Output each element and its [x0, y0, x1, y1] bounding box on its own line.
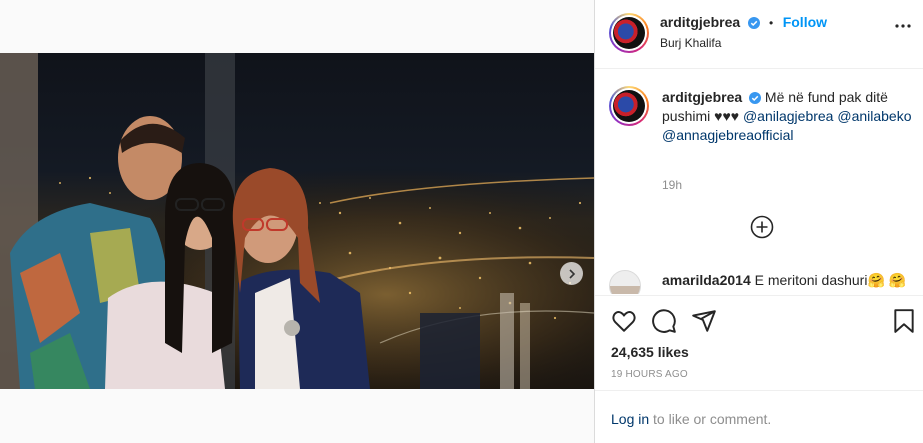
commenter-username[interactable]: amarilda2014 — [662, 272, 751, 288]
login-prompt: Log in to like or comment. — [595, 390, 923, 443]
mention-link[interactable]: @annagjebreaofficial — [662, 126, 912, 145]
location-link[interactable]: Burj Khalifa — [660, 36, 721, 50]
chevron-right-icon — [568, 268, 575, 279]
post-header: arditgjebrea • Follow Burj Khalifa — [595, 0, 923, 69]
mention-link[interactable]: @anilagjebrea — [743, 108, 834, 124]
add-comment-icon[interactable] — [750, 215, 774, 239]
comment-icon[interactable] — [651, 308, 677, 334]
header-title-row: arditgjebrea • Follow — [660, 14, 827, 32]
post-timestamp[interactable]: 19 HOURS AGO — [611, 369, 688, 380]
post-photo[interactable] — [0, 53, 594, 389]
caption-username[interactable]: arditgjebrea — [662, 89, 742, 105]
bookmark-icon[interactable] — [891, 308, 917, 334]
more-options-icon[interactable] — [895, 24, 911, 28]
post-sidebar: arditgjebrea • Follow Burj Khalifa ardit… — [594, 0, 923, 443]
login-prompt-text: to like or comment. — [649, 411, 772, 427]
caption-body: arditgjebrea Më në fund pak ditë pushimi… — [662, 88, 912, 145]
verified-icon — [747, 17, 760, 29]
comment-body: amarilda2014 E meritoni dashuri🤗 🤗 — [662, 272, 906, 289]
login-link[interactable]: Log in — [611, 411, 649, 427]
likes-count[interactable]: 24,635 likes — [611, 344, 689, 360]
comment-item: amarilda2014 E meritoni dashuri🤗 🤗 — [609, 270, 919, 294]
caption-avatar[interactable] — [609, 86, 649, 126]
caption-timestamp[interactable]: 19h — [662, 178, 682, 192]
comment-text: E meritoni dashuri🤗 🤗 — [754, 272, 907, 288]
author-avatar[interactable] — [609, 13, 649, 53]
author-username[interactable]: arditgjebrea — [660, 14, 740, 30]
next-slide-button[interactable] — [560, 262, 583, 285]
verified-icon — [749, 92, 762, 104]
share-icon[interactable] — [691, 308, 717, 334]
post-actions: 24,635 likes 19 HOURS AGO — [595, 295, 923, 390]
commenter-avatar[interactable] — [609, 270, 641, 294]
heart-icon[interactable] — [611, 308, 637, 334]
follow-button[interactable]: Follow — [783, 14, 827, 30]
photo-image — [0, 53, 594, 389]
header-separator: • — [769, 16, 774, 30]
instagram-post-page: arditgjebrea • Follow Burj Khalifa ardit… — [0, 0, 923, 443]
mention-link[interactable]: @anilabeko — [837, 108, 911, 124]
